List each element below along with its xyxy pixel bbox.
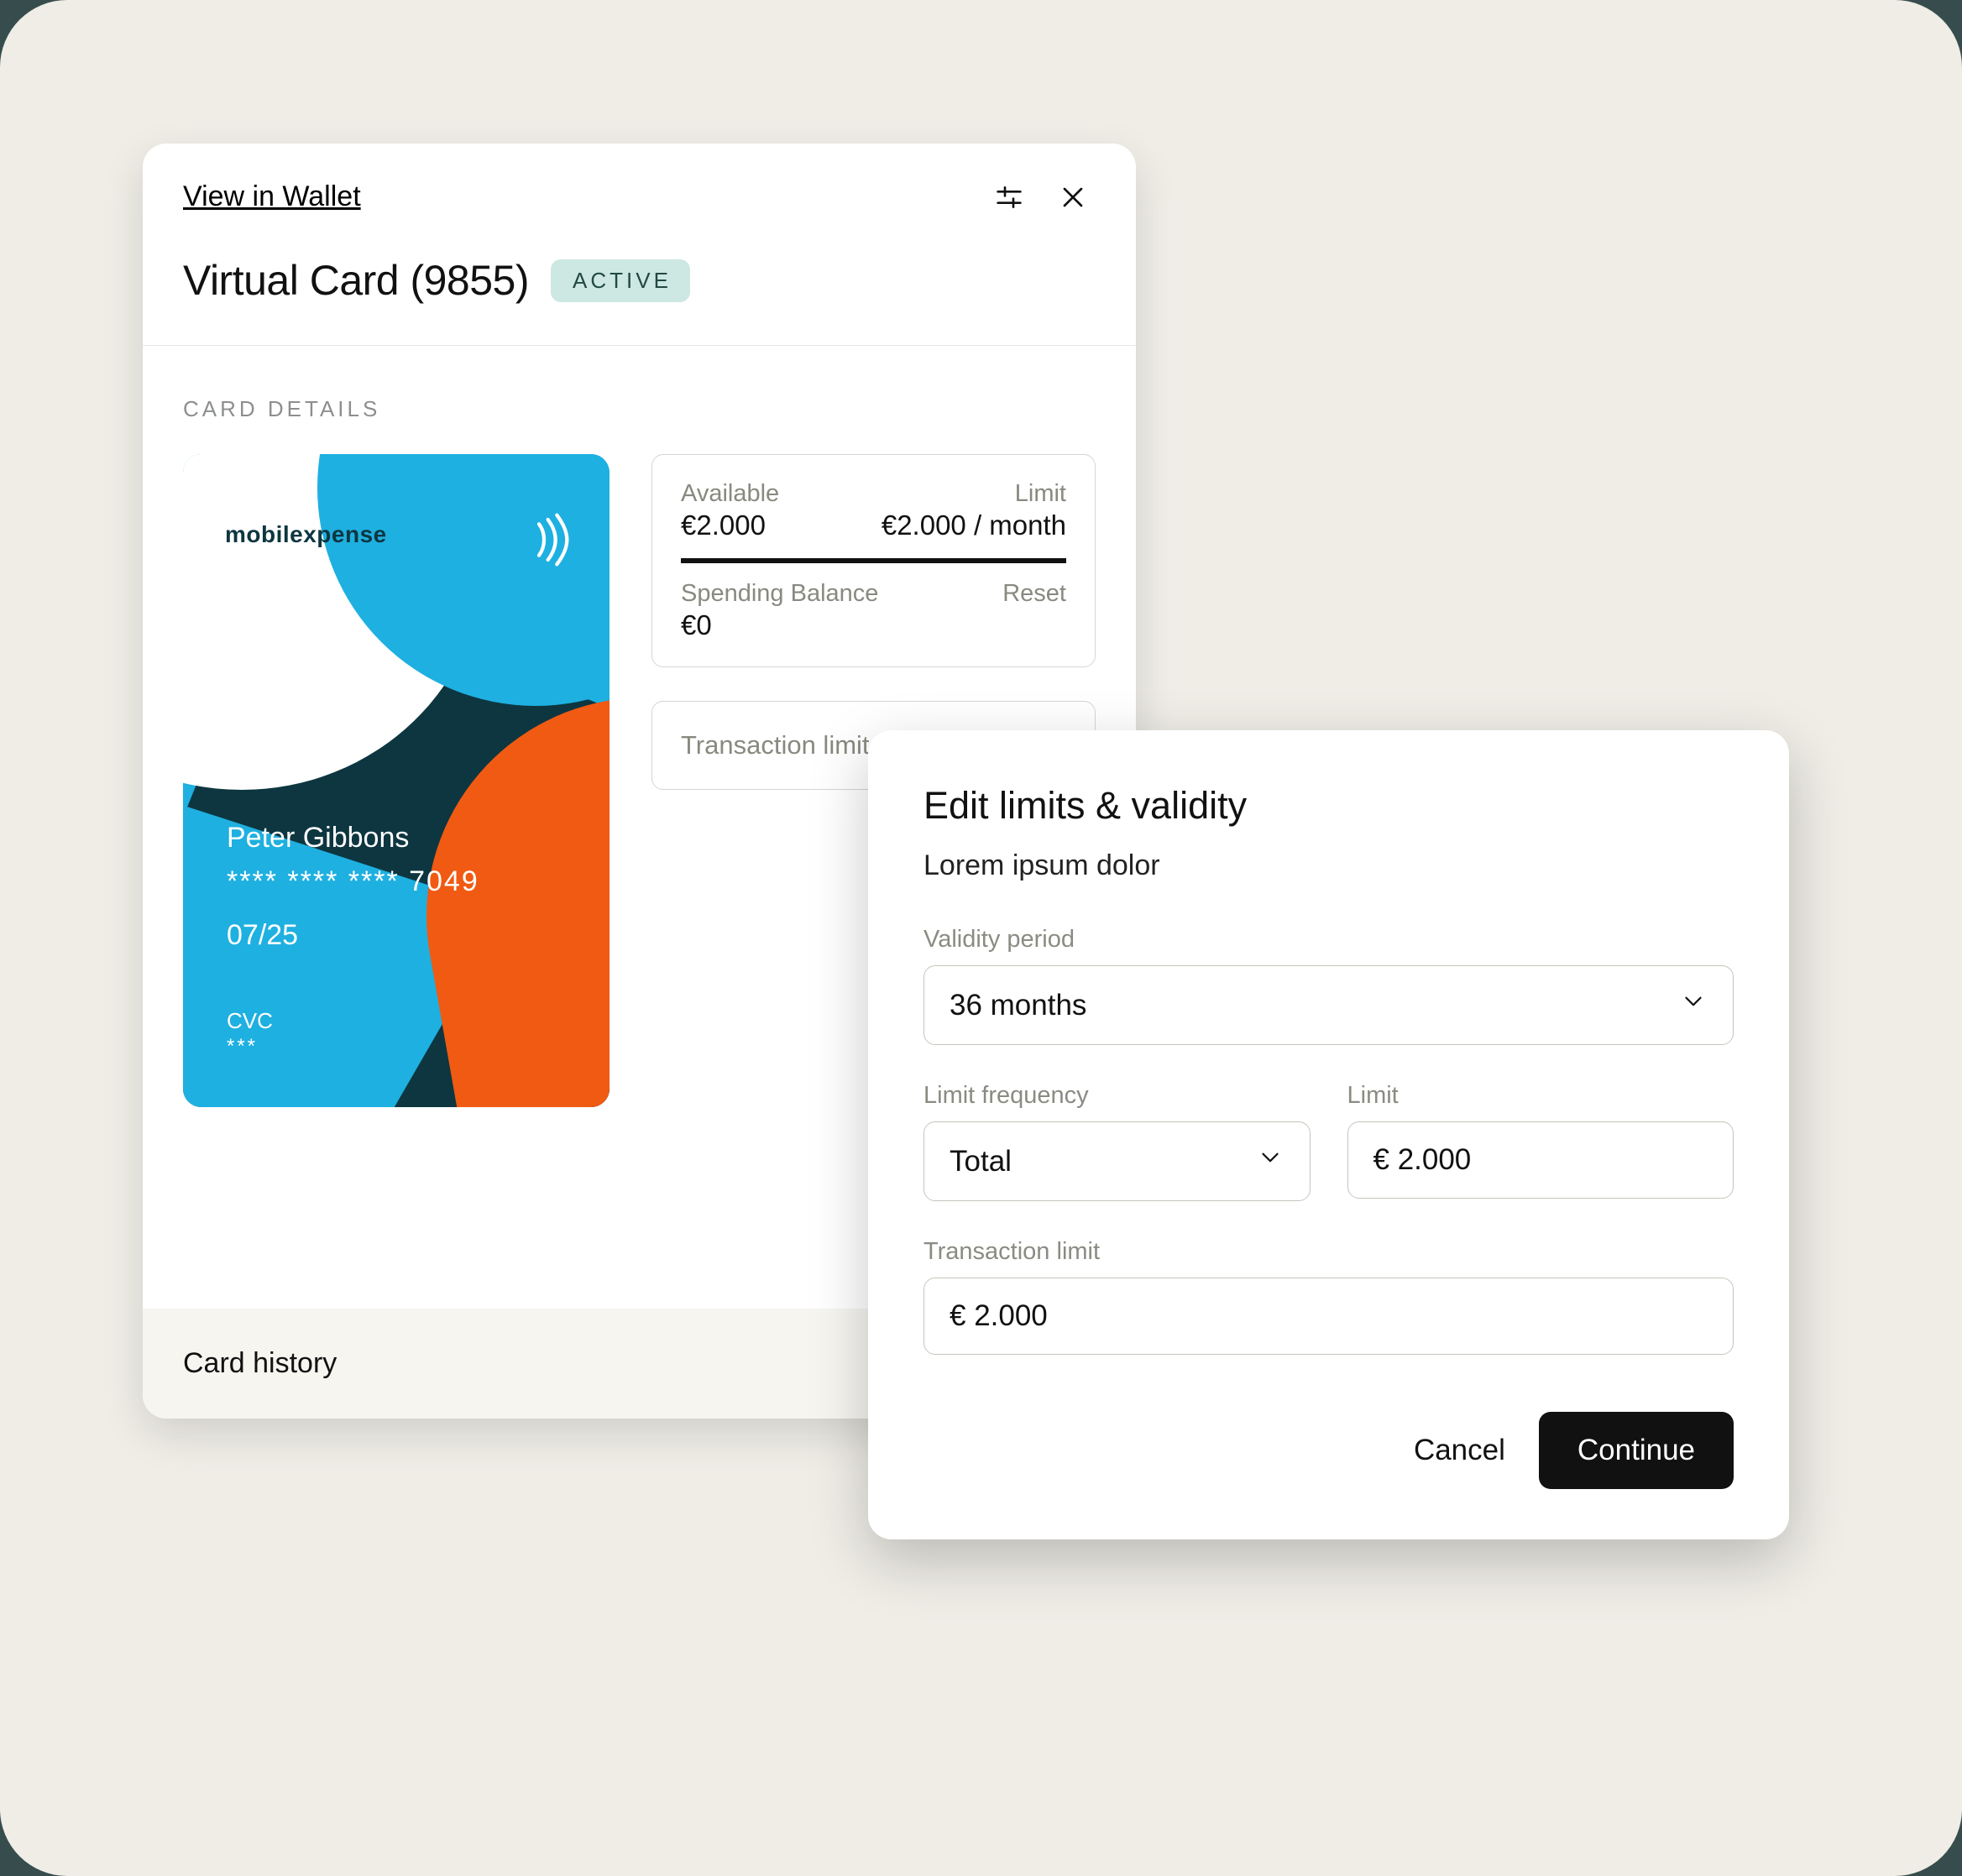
- txn-limit-label: Transaction limit: [923, 1238, 1734, 1266]
- card-cvc: ***: [227, 1035, 258, 1058]
- virtual-card-graphic: mobilexpense Peter Gibbons **** **** ***…: [183, 454, 610, 1107]
- card-cvc-label: CVC: [227, 1008, 273, 1034]
- card-expiry: 07/25: [227, 919, 298, 952]
- modal-title: Edit limits & validity: [923, 784, 1734, 828]
- validity-label: Validity period: [923, 926, 1734, 954]
- balance-box: Available €2.000 Limit €2.000 / month: [651, 454, 1096, 667]
- contactless-icon: [529, 513, 576, 571]
- available-label: Available: [681, 480, 779, 508]
- limit-input-value: € 2.000: [1373, 1143, 1472, 1177]
- limit-input[interactable]: € 2.000: [1347, 1121, 1734, 1199]
- card-number: **** **** **** 7049: [227, 865, 479, 898]
- spending-value: €0: [681, 609, 878, 641]
- txn-limit-value: € 2.000: [950, 1299, 1048, 1333]
- txn-limit-input[interactable]: € 2.000: [923, 1278, 1734, 1355]
- cancel-button[interactable]: Cancel: [1414, 1434, 1505, 1467]
- panel-title: Virtual Card (9855): [183, 256, 529, 305]
- frequency-label: Limit frequency: [923, 1082, 1311, 1110]
- frequency-value: Total: [950, 1145, 1012, 1178]
- validity-select[interactable]: 36 months: [923, 965, 1734, 1045]
- edit-limits-modal: Edit limits & validity Lorem ipsum dolor…: [868, 730, 1789, 1539]
- validity-value: 36 months: [950, 989, 1086, 1022]
- chevron-down-icon: [1256, 1143, 1284, 1179]
- limit-label: Limit: [882, 480, 1066, 508]
- limit-value: €2.000 / month: [882, 509, 1066, 541]
- reset-label: Reset: [1002, 580, 1066, 608]
- card-brand: mobilexpense: [225, 521, 387, 548]
- limit-field-label: Limit: [1347, 1082, 1734, 1110]
- chevron-down-icon: [1679, 987, 1708, 1023]
- continue-button[interactable]: Continue: [1539, 1412, 1734, 1489]
- status-badge: ACTIVE: [551, 259, 690, 302]
- limit-progress-bar: [681, 558, 1066, 563]
- view-in-wallet-link[interactable]: View in Wallet: [183, 180, 361, 213]
- available-value: €2.000: [681, 509, 779, 541]
- settings-sliders-icon[interactable]: [992, 180, 1026, 214]
- frequency-select[interactable]: Total: [923, 1121, 1311, 1201]
- section-label: CARD DETAILS: [183, 396, 1096, 422]
- stage: View in Wallet Virtual Card (9855) ACTIV…: [0, 0, 1962, 1876]
- spending-label: Spending Balance: [681, 580, 878, 608]
- card-holder-name: Peter Gibbons: [227, 822, 409, 854]
- modal-subtitle: Lorem ipsum dolor: [923, 849, 1734, 882]
- close-icon[interactable]: [1056, 180, 1090, 214]
